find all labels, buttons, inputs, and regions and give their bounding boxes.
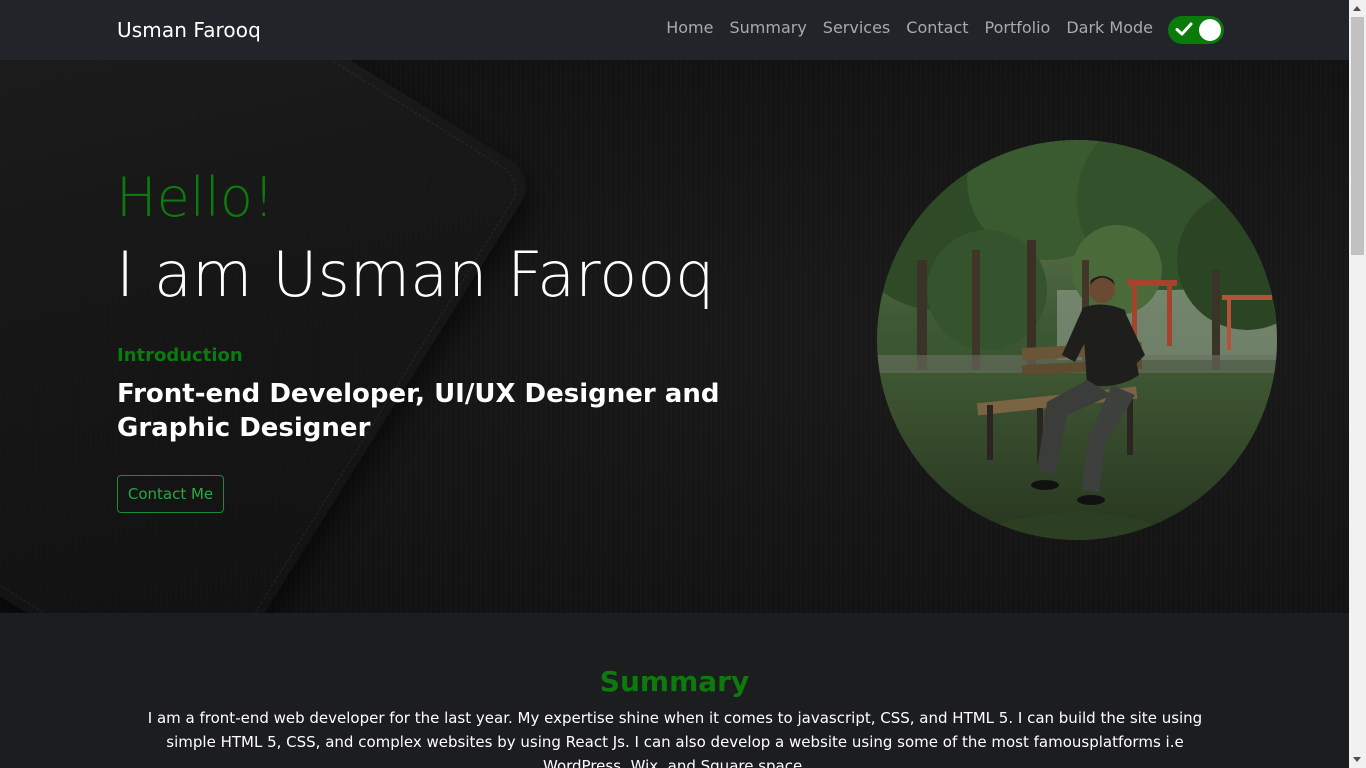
navbar: Usman Farooq Home Summary Services Conta… bbox=[0, 0, 1349, 60]
scroll-down-icon[interactable] bbox=[1353, 757, 1361, 762]
summary-text: I am a front-end web developer for the l… bbox=[147, 709, 1203, 768]
hero-name: I am Usman Farooq bbox=[116, 238, 715, 311]
nav-links: Home Summary Services Contact Portfolio … bbox=[666, 18, 1153, 37]
contact-me-button[interactable]: Contact Me bbox=[117, 475, 224, 513]
summary-title: Summary bbox=[599, 665, 750, 698]
nav-link-dark-mode[interactable]: Dark Mode bbox=[1066, 18, 1153, 37]
page: Usman Farooq Home Summary Services Conta… bbox=[0, 0, 1349, 768]
profile-photo bbox=[877, 140, 1277, 540]
hero-section: Hello! I am Usman Farooq Introduction Fr… bbox=[0, 60, 1349, 613]
intro-label: Introduction bbox=[117, 345, 243, 366]
brand-name[interactable]: Usman Farooq bbox=[117, 18, 261, 42]
summary-section: Summary I am a front-end web developer f… bbox=[0, 613, 1349, 768]
page-scrollbar[interactable] bbox=[1349, 0, 1366, 768]
nav-link-summary[interactable]: Summary bbox=[729, 18, 806, 37]
nav-link-home[interactable]: Home bbox=[666, 18, 713, 37]
nav-link-services[interactable]: Services bbox=[823, 18, 890, 37]
scrollbar-thumb[interactable] bbox=[1351, 17, 1364, 255]
nav-link-contact[interactable]: Contact bbox=[906, 18, 968, 37]
hero-greeting: Hello! bbox=[116, 166, 275, 229]
toggle-knob bbox=[1199, 19, 1221, 41]
check-icon bbox=[1175, 22, 1193, 36]
background-wallet-stitch bbox=[0, 60, 526, 613]
nav-link-portfolio[interactable]: Portfolio bbox=[985, 18, 1051, 37]
profile-photo-image bbox=[877, 140, 1277, 540]
dark-mode-toggle[interactable] bbox=[1168, 16, 1224, 44]
hero-role: Front-end Developer, UI/UX Designer and … bbox=[117, 379, 720, 443]
scroll-up-icon[interactable] bbox=[1353, 6, 1361, 11]
